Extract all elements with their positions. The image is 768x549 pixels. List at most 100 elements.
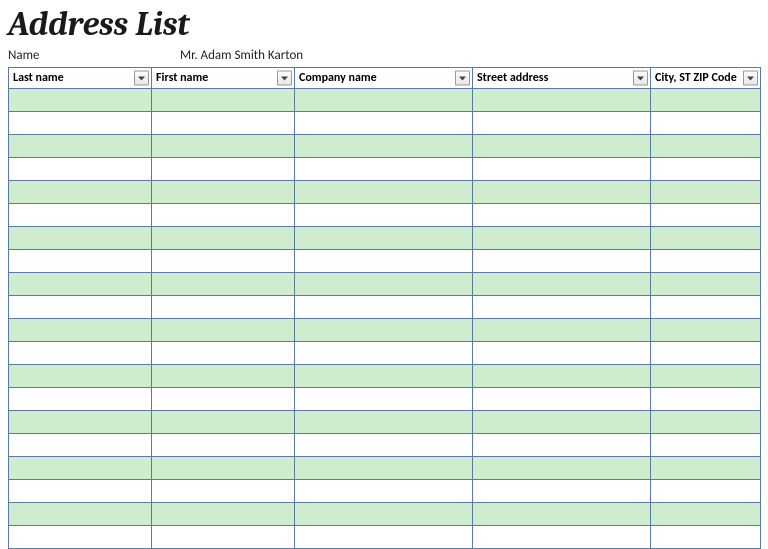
table-row[interactable] xyxy=(9,480,761,503)
table-cell[interactable] xyxy=(295,365,473,388)
table-cell[interactable] xyxy=(295,89,473,112)
table-cell[interactable] xyxy=(473,342,651,365)
table-cell[interactable] xyxy=(295,181,473,204)
table-cell[interactable] xyxy=(295,204,473,227)
table-cell[interactable] xyxy=(651,526,761,549)
col-header-first-name[interactable]: First name xyxy=(152,68,295,89)
table-row[interactable] xyxy=(9,250,761,273)
col-header-street-address[interactable]: Street address xyxy=(473,68,651,89)
table-row[interactable] xyxy=(9,342,761,365)
table-cell[interactable] xyxy=(9,480,152,503)
table-cell[interactable] xyxy=(473,411,651,434)
table-cell[interactable] xyxy=(473,296,651,319)
table-cell[interactable] xyxy=(473,158,651,181)
table-cell[interactable] xyxy=(651,273,761,296)
table-cell[interactable] xyxy=(473,434,651,457)
table-cell[interactable] xyxy=(651,434,761,457)
table-cell[interactable] xyxy=(651,411,761,434)
table-cell[interactable] xyxy=(651,480,761,503)
table-cell[interactable] xyxy=(295,250,473,273)
table-cell[interactable] xyxy=(473,365,651,388)
table-cell[interactable] xyxy=(152,388,295,411)
table-cell[interactable] xyxy=(9,89,152,112)
table-cell[interactable] xyxy=(473,250,651,273)
table-cell[interactable] xyxy=(473,526,651,549)
table-cell[interactable] xyxy=(473,480,651,503)
table-cell[interactable] xyxy=(9,319,152,342)
table-cell[interactable] xyxy=(295,434,473,457)
table-cell[interactable] xyxy=(295,319,473,342)
table-cell[interactable] xyxy=(473,181,651,204)
table-cell[interactable] xyxy=(295,388,473,411)
table-cell[interactable] xyxy=(152,434,295,457)
table-cell[interactable] xyxy=(295,273,473,296)
table-cell[interactable] xyxy=(152,227,295,250)
table-cell[interactable] xyxy=(295,411,473,434)
table-cell[interactable] xyxy=(651,204,761,227)
table-cell[interactable] xyxy=(9,227,152,250)
table-cell[interactable] xyxy=(152,503,295,526)
table-row[interactable] xyxy=(9,112,761,135)
col-header-last-name[interactable]: Last name xyxy=(9,68,152,89)
table-row[interactable] xyxy=(9,296,761,319)
table-cell[interactable] xyxy=(651,388,761,411)
table-cell[interactable] xyxy=(295,296,473,319)
table-cell[interactable] xyxy=(651,319,761,342)
table-cell[interactable] xyxy=(152,112,295,135)
table-cell[interactable] xyxy=(295,503,473,526)
table-cell[interactable] xyxy=(152,250,295,273)
table-cell[interactable] xyxy=(651,112,761,135)
table-cell[interactable] xyxy=(9,457,152,480)
table-cell[interactable] xyxy=(473,227,651,250)
table-cell[interactable] xyxy=(651,158,761,181)
table-row[interactable] xyxy=(9,457,761,480)
table-cell[interactable] xyxy=(152,457,295,480)
name-value[interactable]: Mr. Adam Smith Karton xyxy=(180,48,303,63)
table-cell[interactable] xyxy=(473,89,651,112)
col-header-city-st-zip[interactable]: City, ST ZIP Code xyxy=(651,68,761,89)
table-row[interactable] xyxy=(9,319,761,342)
table-cell[interactable] xyxy=(152,89,295,112)
table-cell[interactable] xyxy=(651,342,761,365)
col-header-company-name[interactable]: Company name xyxy=(295,68,473,89)
table-row[interactable] xyxy=(9,388,761,411)
table-row[interactable] xyxy=(9,526,761,549)
table-row[interactable] xyxy=(9,411,761,434)
table-cell[interactable] xyxy=(473,273,651,296)
filter-dropdown-icon[interactable] xyxy=(633,71,648,86)
table-cell[interactable] xyxy=(295,135,473,158)
table-cell[interactable] xyxy=(152,365,295,388)
table-cell[interactable] xyxy=(9,434,152,457)
filter-dropdown-icon[interactable] xyxy=(277,71,292,86)
table-cell[interactable] xyxy=(651,503,761,526)
table-cell[interactable] xyxy=(9,112,152,135)
table-cell[interactable] xyxy=(651,250,761,273)
table-cell[interactable] xyxy=(9,204,152,227)
table-cell[interactable] xyxy=(651,135,761,158)
table-cell[interactable] xyxy=(152,480,295,503)
table-row[interactable] xyxy=(9,158,761,181)
table-cell[interactable] xyxy=(295,457,473,480)
table-row[interactable] xyxy=(9,89,761,112)
table-cell[interactable] xyxy=(152,158,295,181)
table-cell[interactable] xyxy=(152,181,295,204)
table-cell[interactable] xyxy=(473,112,651,135)
table-cell[interactable] xyxy=(9,181,152,204)
table-cell[interactable] xyxy=(651,457,761,480)
table-row[interactable] xyxy=(9,181,761,204)
table-cell[interactable] xyxy=(295,342,473,365)
table-cell[interactable] xyxy=(473,503,651,526)
table-cell[interactable] xyxy=(152,342,295,365)
table-cell[interactable] xyxy=(9,158,152,181)
table-cell[interactable] xyxy=(651,181,761,204)
table-row[interactable] xyxy=(9,434,761,457)
table-cell[interactable] xyxy=(152,135,295,158)
table-cell[interactable] xyxy=(9,273,152,296)
table-cell[interactable] xyxy=(152,411,295,434)
table-row[interactable] xyxy=(9,365,761,388)
table-cell[interactable] xyxy=(295,227,473,250)
table-cell[interactable] xyxy=(651,296,761,319)
table-cell[interactable] xyxy=(9,365,152,388)
table-cell[interactable] xyxy=(473,388,651,411)
filter-dropdown-icon[interactable] xyxy=(134,71,149,86)
